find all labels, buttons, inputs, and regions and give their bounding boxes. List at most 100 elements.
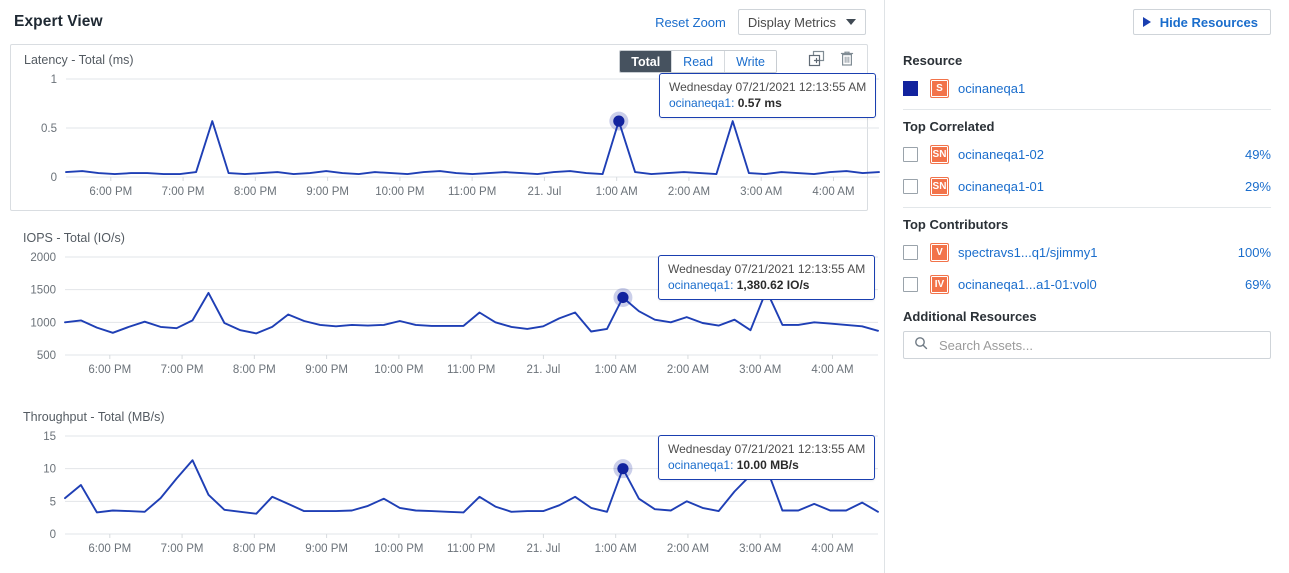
row-checkbox[interactable] xyxy=(903,179,918,194)
resource-type-badge: SN xyxy=(930,177,949,196)
tooltip-value: 1,380.62 IO/s xyxy=(737,278,810,292)
resource-type-badge: V xyxy=(930,243,949,262)
svg-text:1:00 AM: 1:00 AM xyxy=(596,186,638,198)
tooltip-value-row: ocinaneqa1: 10.00 MB/s xyxy=(668,457,865,473)
svg-text:8:00 PM: 8:00 PM xyxy=(233,364,276,376)
svg-text:2:00 AM: 2:00 AM xyxy=(667,364,709,376)
svg-text:4:00 AM: 4:00 AM xyxy=(812,186,854,198)
chart-title: Throughput - Total (MB/s) xyxy=(23,410,165,424)
svg-text:7:00 PM: 7:00 PM xyxy=(161,364,204,376)
resource-heading: Resource xyxy=(903,53,1271,68)
svg-text:9:00 PM: 9:00 PM xyxy=(306,186,349,198)
top-contributors-heading: Top Contributors xyxy=(903,217,1271,232)
svg-text:8:00 PM: 8:00 PM xyxy=(234,186,277,198)
svg-text:9:00 PM: 9:00 PM xyxy=(305,543,348,555)
svg-text:1000: 1000 xyxy=(30,317,56,329)
svg-text:500: 500 xyxy=(37,350,56,362)
toolbar-actions: Reset Zoom Display Metrics xyxy=(655,9,866,35)
resource-name-link[interactable]: ocinaneqa1-02 xyxy=(958,147,1044,162)
hide-resources-button[interactable]: Hide Resources xyxy=(1133,9,1271,35)
svg-text:4:00 AM: 4:00 AM xyxy=(811,364,853,376)
tooltip-timestamp: Wednesday 07/21/2021 12:13:55 AM xyxy=(668,441,865,457)
list-item[interactable]: SN ocinaneqa1-02 49% xyxy=(903,141,1271,167)
resource-name-link[interactable]: spectravs1...q1/sjimmy1 xyxy=(958,245,1097,260)
tooltip-series: ocinaneqa1 xyxy=(668,458,730,472)
resource-type-badge: S xyxy=(930,79,949,98)
series-color-swatch xyxy=(903,81,918,96)
chart-latency: Latency - Total (ms) Total Read Write xyxy=(10,44,868,211)
list-item[interactable]: IV ocinaneqa1...a1-01:vol0 69% xyxy=(903,271,1271,297)
svg-text:0.5: 0.5 xyxy=(41,123,57,135)
correlation-percent: 29% xyxy=(1245,179,1271,194)
chevron-down-icon xyxy=(846,19,856,25)
tooltip-value: 10.00 MB/s xyxy=(737,458,799,472)
svg-text:10:00 PM: 10:00 PM xyxy=(374,364,423,376)
svg-text:5: 5 xyxy=(50,496,56,508)
resource-type-badge: SN xyxy=(930,145,949,164)
svg-text:8:00 PM: 8:00 PM xyxy=(233,543,276,555)
resource-type-badge: IV xyxy=(930,275,949,294)
resource-name-link[interactable]: ocinaneqa1 xyxy=(958,81,1025,96)
tooltip-value: 0.57 ms xyxy=(738,96,782,110)
svg-text:1:00 AM: 1:00 AM xyxy=(595,364,637,376)
svg-text:4:00 AM: 4:00 AM xyxy=(811,543,853,555)
contribution-percent: 100% xyxy=(1238,245,1271,260)
svg-text:9:00 PM: 9:00 PM xyxy=(305,364,348,376)
svg-text:6:00 PM: 6:00 PM xyxy=(89,186,132,198)
svg-text:21. Jul: 21. Jul xyxy=(526,543,560,555)
svg-text:21. Jul: 21. Jul xyxy=(526,364,560,376)
svg-text:3:00 AM: 3:00 AM xyxy=(739,543,781,555)
divider xyxy=(903,207,1271,208)
resource-row[interactable]: S ocinaneqa1 xyxy=(903,75,1271,101)
svg-text:6:00 PM: 6:00 PM xyxy=(88,364,131,376)
svg-text:0: 0 xyxy=(50,529,56,541)
svg-text:11:00 PM: 11:00 PM xyxy=(447,543,495,555)
row-checkbox[interactable] xyxy=(903,147,918,162)
svg-text:0: 0 xyxy=(51,172,57,184)
svg-text:15: 15 xyxy=(43,431,56,443)
display-metrics-dropdown[interactable]: Display Metrics xyxy=(738,9,866,35)
svg-text:2000: 2000 xyxy=(30,252,56,264)
row-checkbox[interactable] xyxy=(903,245,918,260)
tooltip-timestamp: Wednesday 07/21/2021 12:13:55 AM xyxy=(668,261,865,277)
tooltip-series: ocinaneqa1 xyxy=(668,278,730,292)
tooltip-value-row: ocinaneqa1: 0.57 ms xyxy=(669,95,866,111)
svg-text:7:00 PM: 7:00 PM xyxy=(162,186,205,198)
svg-text:1500: 1500 xyxy=(30,285,56,297)
svg-text:7:00 PM: 7:00 PM xyxy=(161,543,204,555)
toolbar: Expert View Reset Zoom Display Metrics xyxy=(0,0,884,44)
svg-text:10: 10 xyxy=(43,464,56,476)
chart-tooltip: Wednesday 07/21/2021 12:13:55 AM ocinane… xyxy=(658,435,875,480)
resources-sidebar: Hide Resources Resource S ocinaneqa1 Top… xyxy=(884,0,1289,573)
resource-name-link[interactable]: ocinaneqa1...a1-01:vol0 xyxy=(958,277,1097,292)
tooltip-series: ocinaneqa1 xyxy=(669,96,731,110)
svg-text:2:00 AM: 2:00 AM xyxy=(668,186,710,198)
chart-title: Latency - Total (ms) xyxy=(24,53,134,67)
svg-text:10:00 PM: 10:00 PM xyxy=(375,186,424,198)
reset-zoom-link[interactable]: Reset Zoom xyxy=(655,15,726,30)
svg-text:6:00 PM: 6:00 PM xyxy=(88,543,131,555)
list-item[interactable]: V spectravs1...q1/sjimmy1 100% xyxy=(903,239,1271,265)
search-input[interactable] xyxy=(937,337,1260,354)
row-checkbox[interactable] xyxy=(903,277,918,292)
svg-text:11:00 PM: 11:00 PM xyxy=(448,186,496,198)
sidebar-header: Hide Resources xyxy=(903,0,1271,44)
resource-name-link[interactable]: ocinaneqa1-01 xyxy=(958,179,1044,194)
chart-tooltip: Wednesday 07/21/2021 12:13:55 AM ocinane… xyxy=(658,255,875,300)
chart-title: IOPS - Total (IO/s) xyxy=(23,231,125,245)
svg-text:2:00 AM: 2:00 AM xyxy=(667,543,709,555)
svg-text:3:00 AM: 3:00 AM xyxy=(739,364,781,376)
contribution-percent: 69% xyxy=(1245,277,1271,292)
search-icon xyxy=(914,336,928,355)
hide-resources-label: Hide Resources xyxy=(1160,15,1258,30)
svg-text:21. Jul: 21. Jul xyxy=(527,186,561,198)
correlation-percent: 49% xyxy=(1245,147,1271,162)
svg-text:10:00 PM: 10:00 PM xyxy=(374,543,423,555)
additional-resources-heading: Additional Resources xyxy=(903,309,1271,324)
svg-text:1: 1 xyxy=(51,74,57,86)
svg-text:1:00 AM: 1:00 AM xyxy=(595,543,637,555)
list-item[interactable]: SN ocinaneqa1-01 29% xyxy=(903,173,1271,199)
search-assets-box[interactable] xyxy=(903,331,1271,359)
svg-text:11:00 PM: 11:00 PM xyxy=(447,364,495,376)
chart-tooltip: Wednesday 07/21/2021 12:13:55 AM ocinane… xyxy=(659,73,876,118)
